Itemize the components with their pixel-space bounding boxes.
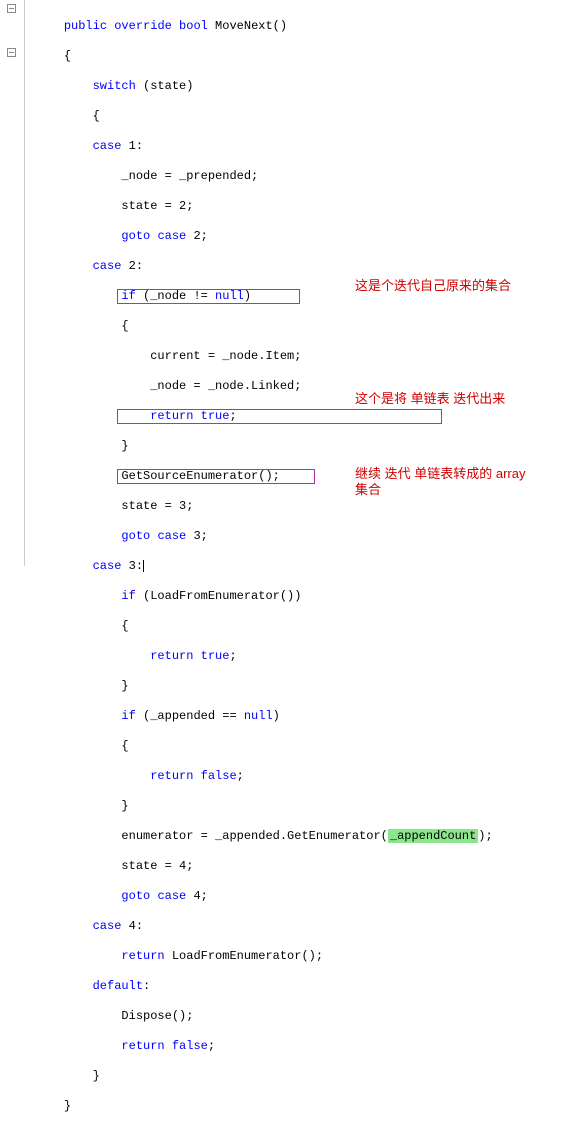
code-line: }	[35, 1099, 567, 1114]
code-line: if (LoadFromEnumerator())	[35, 589, 567, 604]
code-line: {	[35, 109, 567, 124]
code-line: Dispose();	[35, 1009, 567, 1024]
code-line: {	[35, 49, 567, 64]
code-line: {	[35, 319, 567, 334]
code-line: return false;	[35, 769, 567, 784]
code-line: return true;	[35, 649, 567, 664]
code-line: if (_appended == null)	[35, 709, 567, 724]
code-line: case 3:	[35, 559, 567, 574]
fold-icon[interactable]	[7, 4, 16, 13]
code-line: }	[35, 799, 567, 814]
code-line: goto case 3;	[35, 529, 567, 544]
code-line: }	[35, 1069, 567, 1084]
code-line: {	[35, 619, 567, 634]
code-line: public override bool MoveNext()	[35, 19, 567, 34]
code-line: _node = _prepended;	[35, 169, 567, 184]
code-line: goto case 2;	[35, 229, 567, 244]
code-line: }	[35, 439, 567, 454]
fold-icon[interactable]	[7, 48, 16, 57]
highlight-box-2	[117, 409, 442, 424]
code-line: current = _node.Item;	[35, 349, 567, 364]
annotation-3: 继续 迭代 单链表转成的 array集合	[355, 466, 555, 498]
code-line: state = 3;	[35, 499, 567, 514]
code-line: }	[35, 679, 567, 694]
code-line: case 1:	[35, 139, 567, 154]
code-line: enumerator = _appended.GetEnumerator(_ap…	[35, 829, 567, 844]
annotation-2: 这个是将 单链表 迭代出来	[355, 391, 505, 406]
annotation-1: 这是个迭代自己原来的集合	[355, 278, 511, 293]
code-line: return false;	[35, 1039, 567, 1054]
code-line: goto case 4;	[35, 889, 567, 904]
code-line: state = 4;	[35, 859, 567, 874]
highlight-box-3	[117, 469, 315, 484]
code-editor[interactable]: public override bool MoveNext() { switch…	[25, 0, 567, 566]
code-line: switch (state)	[35, 79, 567, 94]
code-line: state = 2;	[35, 199, 567, 214]
highlight-box-1	[117, 289, 300, 304]
code-line: return LoadFromEnumerator();	[35, 949, 567, 964]
code-line: case 2:	[35, 259, 567, 274]
code-line: case 4:	[35, 919, 567, 934]
code-line: default:	[35, 979, 567, 994]
editor-gutter	[0, 0, 25, 566]
highlight-appendcount: _appendCount	[388, 829, 478, 843]
code-line: {	[35, 739, 567, 754]
